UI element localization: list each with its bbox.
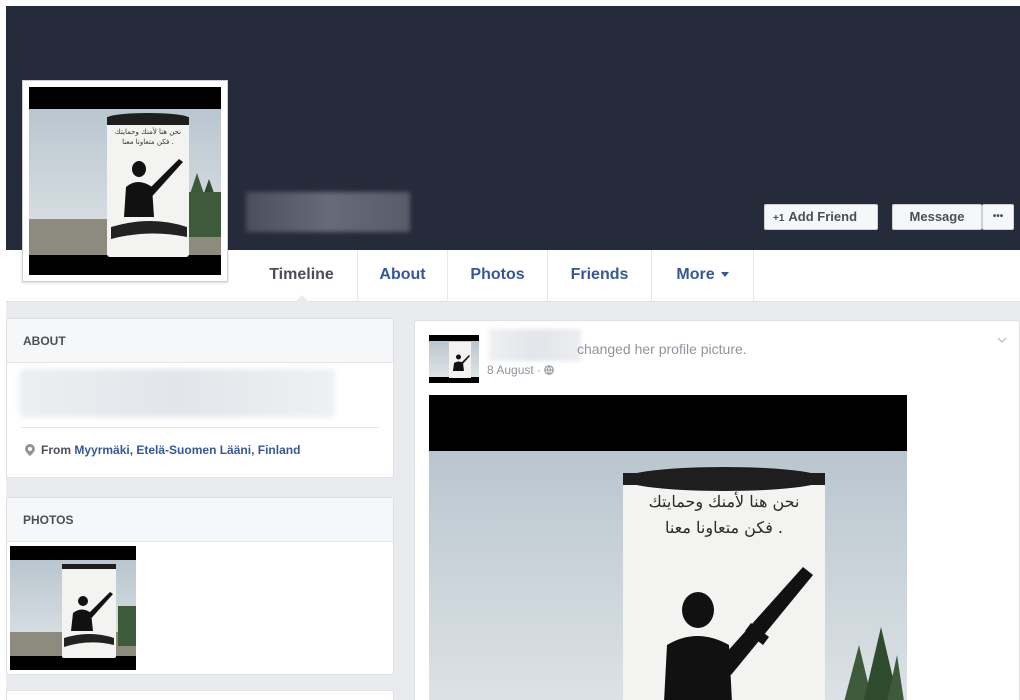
add-friend-icon: +1: [773, 213, 785, 224]
photos-card-title: PHOTOS: [7, 498, 393, 542]
timeline-post: changed her profile picture. 8 August · …: [414, 320, 1020, 700]
about-card: ABOUT From Myyrmäki, Etelä-Suomen Lääni,…: [6, 318, 394, 478]
tab-timeline[interactable]: Timeline: [246, 250, 358, 303]
post-author-name-redacted: [489, 329, 581, 361]
more-options-button[interactable]: •••: [982, 204, 1014, 230]
profile-picture[interactable]: نحن هنا لأمنك وحمايتك فكن متعاونا معنا .: [22, 80, 228, 282]
tab-friends[interactable]: Friends: [548, 250, 652, 302]
location-pin-icon: [25, 444, 35, 456]
post-caption-line-2: فكن متعاونا معنا .: [664, 518, 784, 537]
profile-name-redacted: [246, 192, 410, 232]
globe-icon: [544, 365, 555, 375]
next-card: [6, 690, 394, 700]
hometown-row: From Myyrmäki, Etelä-Suomen Lääni, Finla…: [25, 443, 300, 457]
chevron-down-icon[interactable]: [997, 335, 1007, 345]
about-card-title: ABOUT: [7, 319, 393, 363]
caption-line-1: نحن هنا لأمنك وحمايتك: [114, 128, 181, 136]
post-photo[interactable]: نحن هنا لأمنك وحمايتك فكن متعاونا معنا .: [429, 395, 907, 700]
tab-photos[interactable]: Photos: [448, 250, 548, 302]
add-friend-button[interactable]: +1 Add Friend: [764, 204, 878, 230]
message-button[interactable]: Message: [892, 204, 982, 230]
post-author-avatar[interactable]: [429, 335, 479, 383]
profile-picture-image: نحن هنا لأمنك وحمايتك فكن متعاونا معنا .: [29, 87, 221, 275]
post-caption-line-1: نحن هنا لأمنك وحمايتك: [648, 492, 800, 511]
hometown-link[interactable]: Myyrmäki, Etelä-Suomen Lääni, Finland: [74, 443, 300, 457]
photo-thumbnail[interactable]: [10, 546, 136, 670]
tab-more[interactable]: More: [652, 250, 754, 302]
photos-card: PHOTOS: [6, 497, 394, 675]
chevron-down-icon: [720, 272, 729, 278]
divider: [21, 427, 379, 428]
caption-line-2: فكن متعاونا معنا .: [122, 138, 174, 146]
post-timestamp[interactable]: 8 August ·: [487, 363, 555, 377]
post-action-text: changed her profile picture.: [577, 341, 747, 357]
about-intro-redacted: [19, 369, 335, 417]
tab-about[interactable]: About: [358, 250, 448, 302]
